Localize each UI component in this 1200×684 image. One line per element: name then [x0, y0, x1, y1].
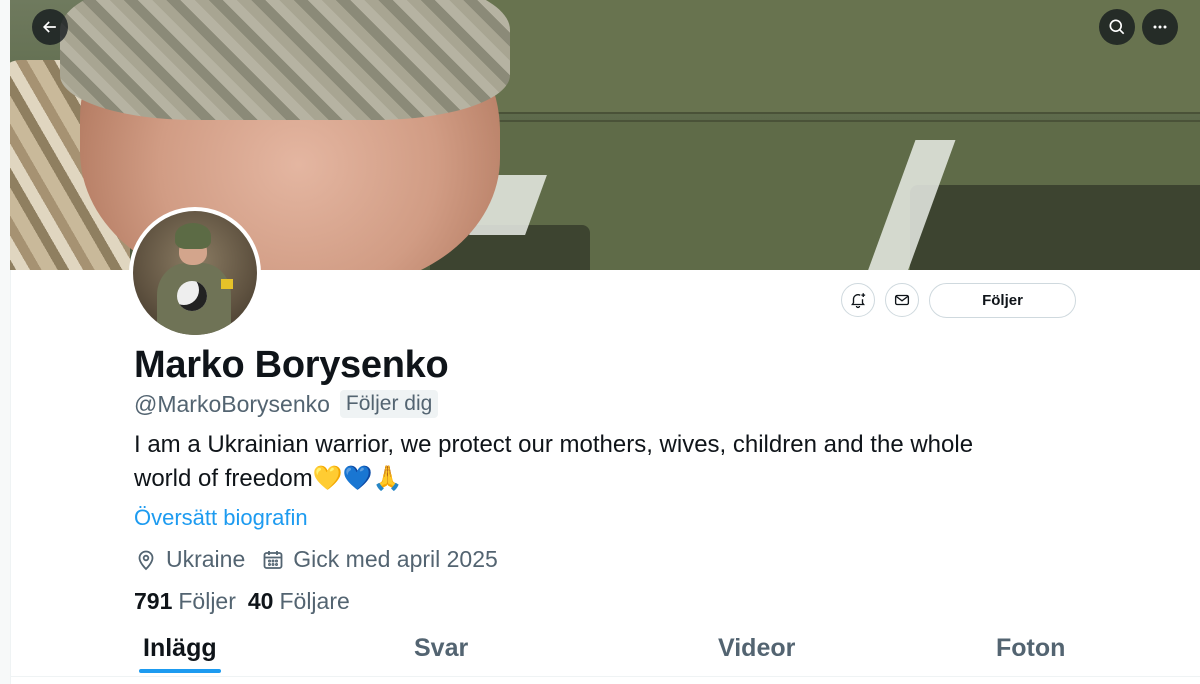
followers-label: Följare [279, 588, 350, 614]
follow-stats: 791 Följer 40 Följare [134, 588, 350, 615]
tab-photos[interactable]: Foton [996, 634, 1065, 663]
avatar[interactable] [129, 207, 261, 339]
following-label: Följer [178, 588, 236, 614]
bell-plus-icon [851, 293, 866, 309]
following-link[interactable]: 791 Följer [134, 588, 236, 615]
user-handle: @MarkoBorysenko [134, 390, 330, 417]
message-button[interactable] [885, 283, 919, 317]
tab-replies[interactable]: Svar [414, 634, 468, 663]
tab-posts[interactable]: Inlägg [143, 634, 217, 663]
location-pin-icon [138, 550, 154, 570]
followers-count: 40 [247, 588, 274, 614]
join-date-text: Gick med april 2025 [293, 546, 498, 572]
calendar-icon [263, 550, 283, 569]
bio-line-2: world of freedom💛💙🙏 [134, 465, 403, 492]
translate-bio-link[interactable]: Översätt biografin [134, 505, 308, 531]
more-dots-icon [1153, 25, 1167, 29]
handle-row: @MarkoBorysenko Följer dig [134, 390, 439, 418]
notifications-button[interactable] [841, 283, 875, 317]
more-button[interactable] [1142, 9, 1178, 45]
bio-line-1: I am a Ukrainian warrior, we protect our… [134, 431, 974, 458]
profile-tabs: Inlägg Svar Videor Foton [10, 624, 1200, 677]
following-count: 791 [134, 588, 173, 614]
profile-meta: Ukraine Gick med april 2025 [134, 546, 514, 573]
location: Ukraine [134, 546, 245, 573]
bio: I am a Ukrainian warrior, we protect our… [134, 428, 1094, 496]
envelope-icon [894, 294, 910, 306]
search-button[interactable] [1099, 9, 1135, 45]
active-tab-indicator [139, 669, 221, 673]
join-date: Gick med april 2025 [261, 546, 498, 573]
following-button[interactable]: Följer [929, 283, 1076, 318]
followers-link[interactable]: 40 Följare [248, 588, 350, 615]
tab-videos[interactable]: Videor [718, 634, 795, 663]
back-button[interactable] [32, 9, 68, 45]
arrow-left-icon [42, 21, 56, 33]
display-name: Marko Borysenko [134, 344, 449, 386]
follows-you-badge: Följer dig [339, 390, 439, 418]
search-icon [1109, 19, 1125, 35]
avatar-image [133, 211, 257, 335]
location-text: Ukraine [166, 546, 246, 572]
